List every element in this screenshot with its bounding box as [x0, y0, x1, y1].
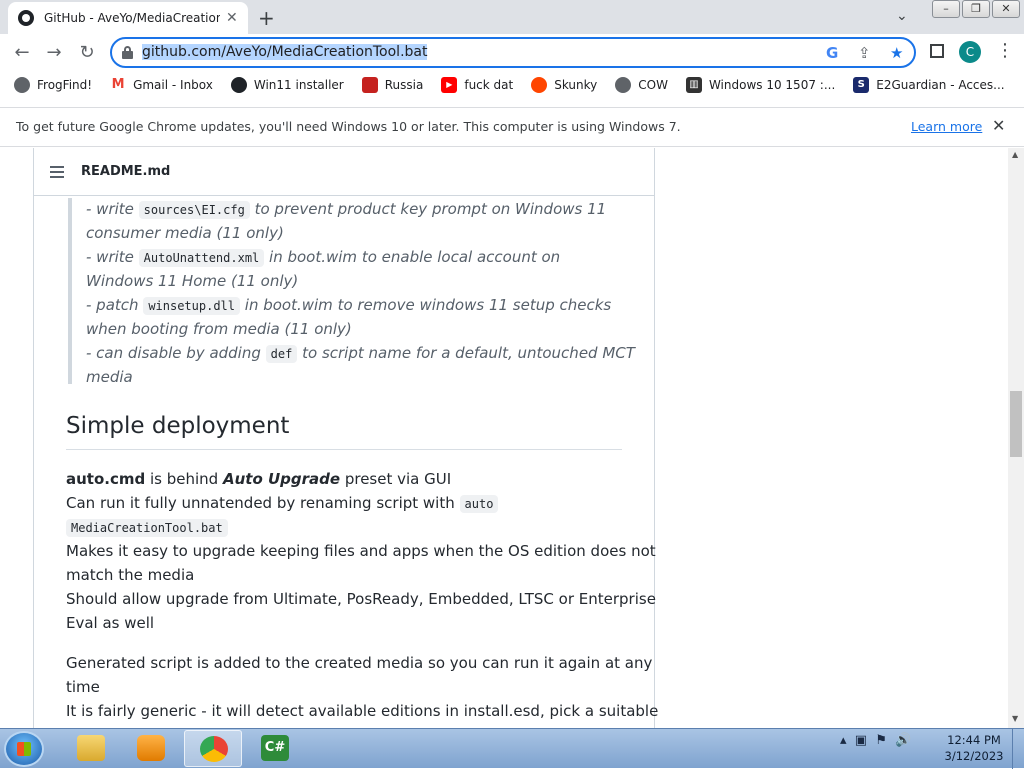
e2-icon: S	[853, 77, 870, 93]
bookmark-item[interactable]: M Gmail - Inbox	[110, 77, 213, 93]
window-controls: – ❐ ✕	[932, 0, 1020, 18]
taskbar-chrome[interactable]	[184, 730, 242, 767]
readme-panel: README.md - write sources\EI.cfg to prev…	[33, 148, 659, 728]
bookmark-item[interactable]: Russia	[361, 77, 423, 93]
profile-avatar[interactable]: C	[959, 41, 981, 63]
paragraph-line: Should allow upgrade from Ultimate, PosR…	[66, 590, 656, 608]
readme-filename: README.md	[81, 164, 171, 179]
readme-header: README.md	[34, 148, 654, 196]
paragraph-line: Eval as well	[66, 614, 155, 632]
csharp-icon: C#	[261, 735, 289, 761]
close-window-button[interactable]: ✕	[992, 0, 1020, 18]
system-tray[interactable]: ▴ ▣ ⚑ 🔊	[840, 733, 911, 748]
paragraph-line: Can run it fully unnatended by renaming …	[66, 494, 499, 513]
back-button[interactable]: ←	[10, 42, 34, 63]
page-scrollbar[interactable]: ▲ ▼	[1008, 148, 1024, 728]
forward-button[interactable]: →	[42, 42, 66, 63]
quote-line: media	[86, 368, 133, 386]
paragraph-line: match the media	[66, 566, 195, 584]
reddit-icon	[531, 77, 548, 93]
taskbar-csharp[interactable]: C#	[246, 730, 304, 767]
restore-button[interactable]: ❐	[962, 0, 990, 18]
globe-icon	[14, 77, 30, 93]
bookmarks-bar: FrogFind! M Gmail - Inbox Win11 installer…	[0, 72, 1024, 98]
bookmark-item[interactable]: ▥ Windows 10 1507 :...	[685, 77, 835, 93]
bookmark-item[interactable]: FrogFind!	[14, 77, 92, 93]
clock-date: 3/12/2023	[944, 749, 1004, 763]
quote-line: consumer media (11 only)	[86, 224, 284, 242]
media-player-icon	[137, 735, 165, 761]
new-tab-button[interactable]: +	[258, 6, 275, 30]
scroll-up-arrow-icon[interactable]: ▲	[1012, 150, 1018, 159]
url-text[interactable]: github.com/AveYo/MediaCreationTool.bat	[142, 44, 428, 60]
bookmark-item[interactable]: Skunky	[531, 77, 597, 93]
address-bar[interactable]: github.com/AveYo/MediaCreationTool.bat G…	[110, 37, 916, 68]
reload-button[interactable]: ↻	[75, 42, 99, 63]
tab-strip: GitHub - AveYo/MediaCreationTool.bat ✕ +…	[0, 0, 1024, 34]
taskbar-clock[interactable]: 12:44 PM 3/12/2023	[940, 732, 1008, 764]
update-infobar: To get future Google Chrome updates, you…	[0, 107, 1024, 147]
section-heading: Simple deployment	[66, 413, 290, 439]
infobar-message: To get future Google Chrome updates, you…	[16, 119, 681, 134]
bookmark-item[interactable]: ▶ fuck dat	[441, 77, 513, 93]
bookmark-star-icon[interactable]: ★	[890, 44, 903, 62]
start-button[interactable]	[4, 731, 44, 767]
quote-line: when booting from media (11 only)	[86, 320, 352, 338]
show-desktop-button[interactable]	[1012, 729, 1024, 769]
share-icon[interactable]: ⇪	[858, 44, 871, 62]
scroll-down-arrow-icon[interactable]: ▼	[1012, 714, 1018, 723]
tab-close-icon[interactable]: ✕	[226, 10, 238, 26]
quote-line: - patch winsetup.dll in boot.wim to remo…	[86, 296, 612, 315]
paragraph-line: auto.cmd is behind Auto Upgrade preset v…	[66, 470, 452, 488]
quote-line: - can disable by adding def to script na…	[86, 344, 635, 363]
taskbar-explorer[interactable]	[62, 730, 120, 767]
table-of-contents-icon[interactable]	[50, 166, 64, 178]
github-icon	[18, 10, 34, 26]
page-content: README.md - write sources\EI.cfg to prev…	[0, 148, 1008, 728]
tab-title: GitHub - AveYo/MediaCreationTool.bat	[44, 11, 220, 25]
browser-tab[interactable]: GitHub - AveYo/MediaCreationTool.bat ✕	[8, 2, 248, 34]
archive-icon: ▥	[685, 77, 702, 93]
browser-toolbar: ← → ↻ github.com/AveYo/MediaCreationTool…	[0, 34, 1024, 72]
paragraph-line: Makes it easy to upgrade keeping files a…	[66, 542, 656, 560]
tab-search-chevron-icon[interactable]: ⌄	[896, 8, 908, 24]
chrome-icon	[200, 736, 228, 762]
paragraph-line: It is fairly generic - it will detect av…	[66, 702, 659, 720]
bookmark-icon	[361, 77, 378, 93]
gmail-icon: M	[110, 77, 127, 93]
quote-line: Windows 11 Home (11 only)	[86, 272, 299, 290]
paragraph-line: time	[66, 678, 100, 696]
paragraph-line: MediaCreationTool.bat	[66, 518, 228, 537]
infobar-close-icon[interactable]: ✕	[992, 116, 1005, 135]
paragraph-line: Generated script is added to the created…	[66, 654, 653, 672]
blockquote-bar	[68, 198, 72, 384]
quote-line: - write sources\EI.cfg to prevent produc…	[86, 200, 607, 219]
quote-line: - write AutoUnattend.xml in boot.wim to …	[86, 248, 561, 267]
menu-dots-icon[interactable]: ⋮	[996, 40, 1014, 61]
bookmark-item[interactable]: COW	[615, 77, 668, 93]
learn-more-link[interactable]: Learn more	[911, 119, 982, 134]
side-panel-icon[interactable]	[930, 44, 944, 58]
clock-time: 12:44 PM	[947, 733, 1001, 747]
bookmark-item[interactable]: S E2Guardian - Acces...	[853, 77, 1005, 93]
bookmark-item[interactable]: Win11 installer	[230, 77, 344, 93]
github-icon	[230, 77, 247, 93]
google-lens-icon[interactable]: G	[826, 44, 838, 62]
globe-icon	[615, 77, 632, 93]
explorer-icon	[77, 735, 105, 761]
minimize-button[interactable]: –	[932, 0, 960, 18]
youtube-icon: ▶	[441, 77, 458, 93]
heading-divider	[66, 449, 622, 450]
windows-taskbar: C# ▴ ▣ ⚑ 🔊 12:44 PM 3/12/2023	[0, 728, 1024, 769]
lock-icon[interactable]	[122, 46, 133, 59]
scrollbar-thumb[interactable]	[1010, 391, 1022, 457]
taskbar-media-player[interactable]	[122, 730, 180, 767]
